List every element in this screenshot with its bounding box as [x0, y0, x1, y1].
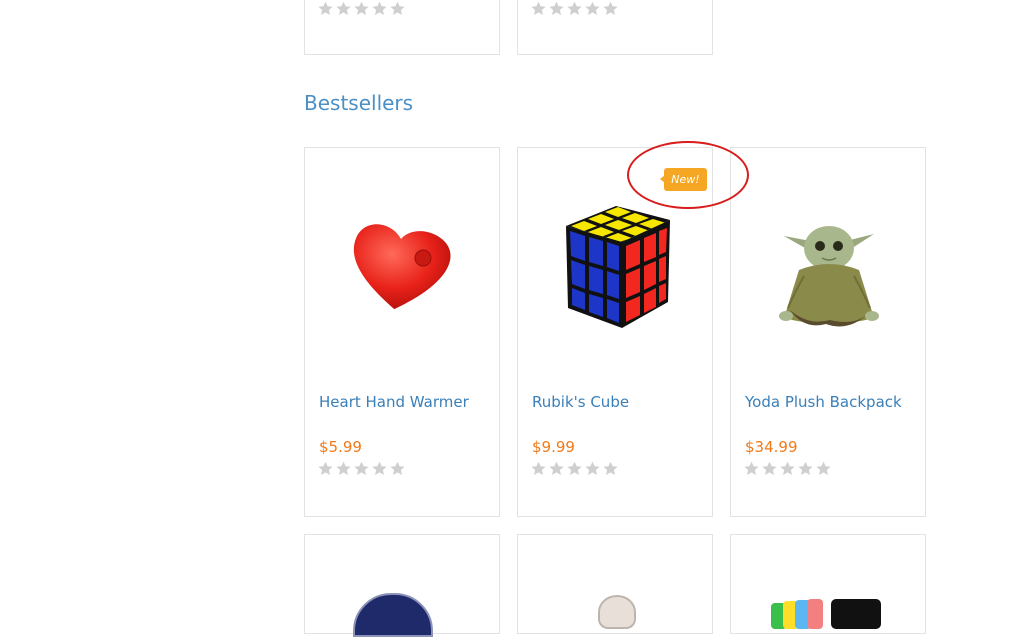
- product-name[interactable]: Yoda Plush Backpack: [745, 393, 902, 411]
- star-icon: [549, 1, 564, 15]
- star-icon: [603, 461, 618, 475]
- star-icon: [318, 1, 333, 15]
- star-icon: [567, 461, 582, 475]
- star-icon: [585, 461, 600, 475]
- product-image[interactable]: [353, 593, 433, 637]
- star-icon: [780, 461, 795, 475]
- product-card[interactable]: Heart Hand Warmer $5.99: [304, 147, 500, 517]
- highlight-circle: [627, 141, 749, 209]
- star-icon: [354, 1, 369, 15]
- section-title: Bestsellers: [304, 91, 414, 115]
- product-image[interactable]: [538, 188, 694, 348]
- star-icon: [336, 461, 351, 475]
- star-icon: [372, 1, 387, 15]
- star-icon: [390, 1, 405, 15]
- star-icon: [531, 1, 546, 15]
- product-price: $34.99: [745, 438, 798, 456]
- product-image[interactable]: [771, 599, 887, 629]
- rating-stars: [318, 1, 405, 16]
- star-icon: [531, 461, 546, 475]
- star-icon: [567, 1, 582, 15]
- star-icon: [585, 1, 600, 15]
- star-icon: [318, 461, 333, 475]
- yoda-plush-image: [779, 226, 879, 327]
- product-card[interactable]: [517, 534, 713, 634]
- star-icon: [762, 461, 777, 475]
- rating-stars: [531, 461, 618, 476]
- star-icon: [798, 461, 813, 475]
- product-card[interactable]: [304, 534, 500, 637]
- product-card[interactable]: Yoda Plush Backpack $34.99: [730, 147, 926, 517]
- star-icon: [603, 1, 618, 15]
- rating-stars: [744, 461, 831, 476]
- product-name[interactable]: Rubik's Cube: [532, 393, 629, 411]
- product-name[interactable]: Heart Hand Warmer: [319, 393, 469, 411]
- star-icon: [549, 461, 564, 475]
- product-price: $9.99: [532, 438, 575, 456]
- product-price: $5.99: [319, 438, 362, 456]
- star-icon: [744, 461, 759, 475]
- star-icon: [816, 461, 831, 475]
- heart-image: [353, 224, 451, 310]
- star-icon: [336, 1, 351, 15]
- star-icon: [372, 461, 387, 475]
- rubiks-cube-image: [566, 206, 670, 328]
- product-card[interactable]: [304, 0, 500, 55]
- product-image[interactable]: [325, 188, 481, 348]
- product-image[interactable]: [598, 595, 636, 629]
- rating-stars: [318, 461, 405, 476]
- product-card[interactable]: [730, 534, 926, 634]
- product-image[interactable]: [751, 188, 907, 348]
- rating-stars: [531, 1, 618, 16]
- star-icon: [390, 461, 405, 475]
- product-card[interactable]: [517, 0, 713, 55]
- star-icon: [354, 461, 369, 475]
